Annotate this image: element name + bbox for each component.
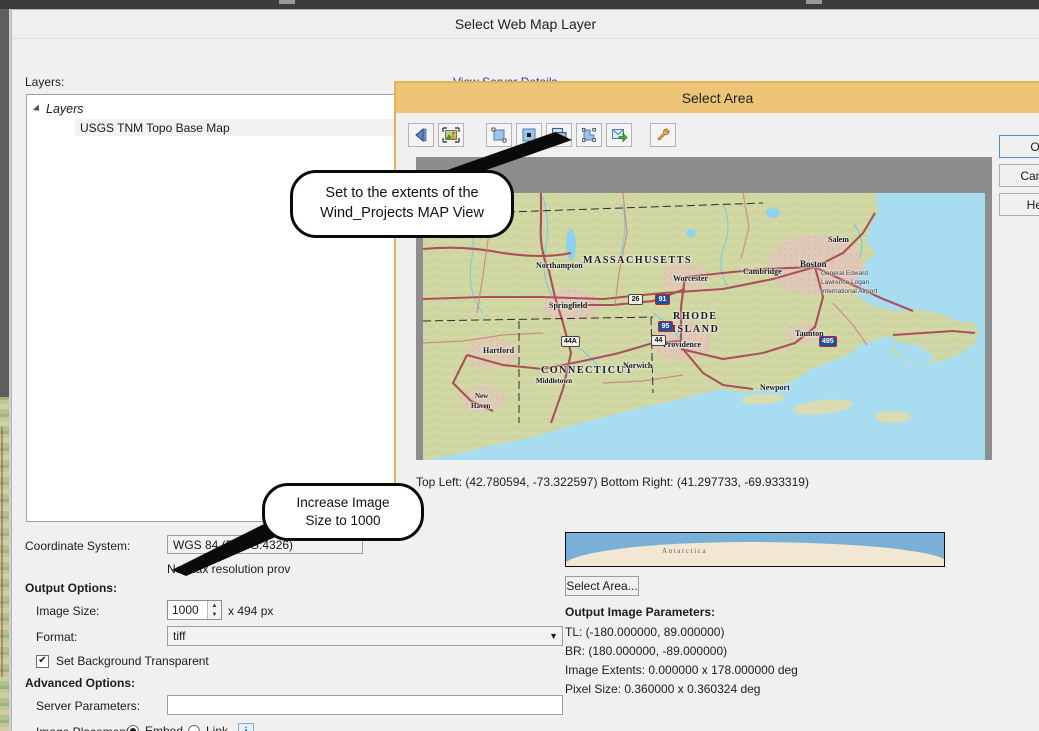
screen: Select Web Map Layer Layers: View Server… <box>0 0 1039 731</box>
map-label: RHODE <box>673 311 718 322</box>
full-extent-icon[interactable] <box>438 123 464 147</box>
highway-shield-icon: 91 <box>655 294 670 305</box>
chevron-down-icon[interactable] <box>32 104 43 114</box>
output-br-value: BR: (180.000000, -89.000000) <box>565 644 728 658</box>
map-label: MASSACHUSETTS <box>583 255 693 266</box>
coordinate-system-value: WGS 84 (EPSG:4326) <box>173 537 294 552</box>
dialog-title-bar: Select Web Map Layer <box>12 10 1039 39</box>
radio-link[interactable]: Link <box>188 724 228 731</box>
output-pixel-size-value: Pixel Size: 0.360000 x 0.360324 deg <box>565 682 761 696</box>
zoom-rectangle-icon[interactable] <box>486 123 512 147</box>
tree-child-label: USGS TNM Topo Base Map <box>80 120 230 135</box>
highway-shield-icon: 95 <box>658 321 673 332</box>
map-coordinates-readout: Top Left: (42.780594, -73.322597) Bottom… <box>416 475 809 489</box>
info-icon[interactable]: i <box>238 723 254 731</box>
zoom-point-icon[interactable] <box>516 123 542 147</box>
map-label: ISLAND <box>672 324 720 335</box>
image-size-suffix: x 494 px <box>228 604 274 618</box>
map-label: Cambridge <box>743 267 782 276</box>
select-area-help-button[interactable]: Help <box>999 193 1039 216</box>
callout-toolbar: Set to the extents of the Wind_Projects … <box>290 170 514 238</box>
background-panel-dark <box>0 9 9 397</box>
callout-imagesize: Increase Image Size to 1000 <box>262 483 424 541</box>
callout-toolbar-line1: Set to the extents of the <box>325 185 479 202</box>
stepper-up-icon[interactable] <box>208 601 221 610</box>
advanced-options-heading: Advanced Options: <box>25 676 136 690</box>
highway-shield-icon: 26 <box>628 294 643 305</box>
callout-imagesize-line2: Size to 1000 <box>305 513 381 528</box>
no-max-resolution-text: No max resolution prov <box>167 562 291 576</box>
polygon-select-icon[interactable] <box>576 123 602 147</box>
select-area-title-bar: Select Area <box>396 83 1039 113</box>
output-options-heading: Output Options: <box>25 581 117 595</box>
highway-shield-icon: 44 <box>651 335 666 346</box>
server-parameters-label: Server Parameters: <box>36 699 141 713</box>
map-view-extents-icon[interactable] <box>546 123 572 147</box>
map-label: Middletown <box>536 377 573 385</box>
select-area-toolbar <box>408 123 676 147</box>
map-label: Lawrence Logan <box>821 279 870 286</box>
antarctica-label: Antarctica <box>662 547 708 555</box>
map-label: Salem <box>828 235 849 244</box>
select-area-button[interactable]: Select Area... <box>565 576 639 596</box>
tree-root-node[interactable]: Layers <box>32 102 84 116</box>
format-label: Format: <box>36 630 78 644</box>
background-map-sliver <box>0 397 9 731</box>
radio-icon[interactable] <box>188 725 200 731</box>
world-map-thumbnail[interactable]: Antarctica <box>565 532 945 567</box>
checkbox-label: Set Background Transparent <box>56 654 209 668</box>
stepper-down-icon[interactable] <box>208 610 221 619</box>
select-area-title: Select Area <box>681 90 754 106</box>
map-label: Haven <box>471 402 491 410</box>
select-area-ok-button[interactable]: OK <box>999 135 1039 158</box>
output-image-extents-value: Image Extents: 0.000000 x 178.000000 deg <box>565 663 798 677</box>
radio-icon[interactable] <box>127 725 139 731</box>
format-select[interactable]: tiff ▼ <box>167 626 563 646</box>
map-label: Norwich <box>623 361 653 370</box>
map-label: Worcester <box>673 274 708 283</box>
select-area-cancel-button[interactable]: Cancel <box>999 164 1039 187</box>
page-title: Select Web Map Layer <box>454 16 597 32</box>
highway-shield-icon: 495 <box>819 336 837 347</box>
antarctica-landmass <box>566 542 944 566</box>
map-label: Springfield <box>549 301 588 310</box>
image-size-value[interactable]: 1000 <box>168 601 207 619</box>
output-tl-value: TL: (-180.000000, 89.000000) <box>565 625 725 639</box>
callout-imagesize-line1: Increase Image <box>296 494 390 510</box>
image-size-stepper[interactable]: 1000 <box>167 600 222 620</box>
highway-shield-icon: 44A <box>561 336 580 347</box>
map-label: CONNECTICUT <box>541 365 634 376</box>
callout-toolbar-line2: Wind_Projects MAP View <box>320 205 484 221</box>
radio-link-label: Link <box>206 724 229 731</box>
set-background-transparent-checkbox[interactable]: ✔ Set Background Transparent <box>36 654 209 668</box>
output-image-parameters-heading: Output Image Parameters: <box>565 605 716 619</box>
radio-embed[interactable]: Embed <box>127 724 183 731</box>
map-label: Hartford <box>483 346 515 355</box>
map-label: Northampton <box>536 261 583 270</box>
coordinate-system-label: Coordinate System: <box>25 539 131 553</box>
export-area-icon[interactable] <box>606 123 632 147</box>
stepper-buttons[interactable] <box>207 601 221 619</box>
back-arrow-icon[interactable] <box>408 123 434 147</box>
map-label: International Airport <box>821 288 878 295</box>
map-label: New <box>475 392 489 400</box>
image-size-label: Image Size: <box>36 604 100 618</box>
server-parameters-input[interactable] <box>167 695 563 715</box>
radio-embed-label: Embed <box>145 724 184 731</box>
map-canvas[interactable]: MASSACHUSETTS RHODE ISLAND CONNECTICUT North… <box>423 193 985 460</box>
format-value: tiff <box>173 629 186 643</box>
app-window-top-strip <box>0 0 1039 9</box>
map-label: Newport <box>760 383 790 392</box>
chevron-down-icon[interactable]: ▼ <box>549 631 558 641</box>
map-label: General Edward <box>821 270 868 277</box>
layers-label: Layers: <box>25 75 65 89</box>
tree-root-label: Layers <box>46 102 84 116</box>
select-area-dialog: Select Area MASSACHUSETTS RHODE ISLAND C… <box>394 81 1039 527</box>
map-label: Providence <box>663 340 702 349</box>
tools-wrench-icon[interactable] <box>650 123 676 147</box>
checkbox-icon[interactable]: ✔ <box>36 654 49 668</box>
image-placement-label: Image Placement: <box>36 725 133 731</box>
map-label: Boston <box>800 259 827 269</box>
